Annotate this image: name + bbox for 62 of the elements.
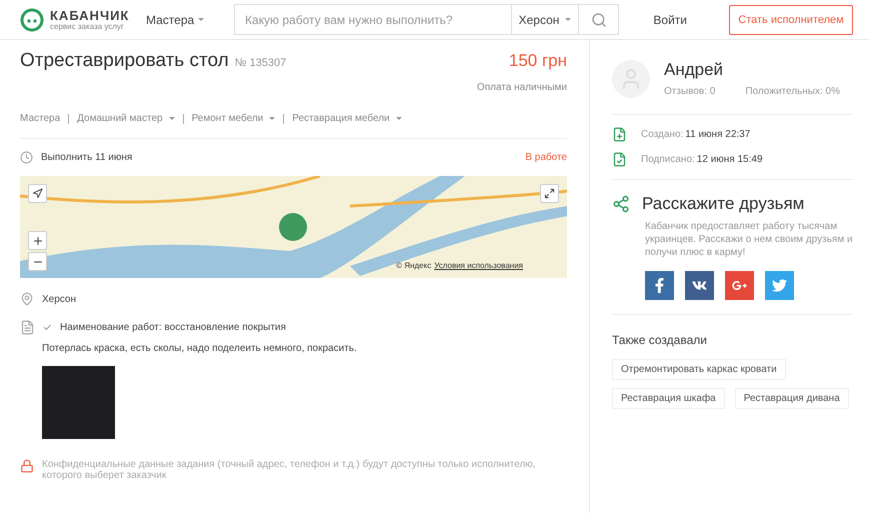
event-date: 11 июня 22:37 bbox=[685, 129, 750, 140]
map-attribution: © Яндекс bbox=[396, 261, 432, 270]
masters-menu[interactable]: Мастера bbox=[146, 12, 234, 26]
clock-icon bbox=[20, 151, 33, 164]
caret-icon bbox=[198, 18, 204, 21]
share-text: Кабанчик предоставляет работу тысячам украинцев. Расскажи о нем своим друзьям и получи плюс в карму! bbox=[645, 220, 853, 259]
task-number: № 135307 bbox=[234, 57, 286, 69]
social-share-button[interactable] bbox=[645, 271, 674, 300]
share-title: Расскажите друзьям bbox=[642, 194, 804, 214]
event-date: 12 июня 15:49 bbox=[696, 154, 763, 165]
avatar-placeholder bbox=[612, 60, 650, 98]
positive-rate: Положительных: 0% bbox=[745, 86, 840, 97]
document-icon bbox=[20, 320, 35, 335]
search-icon bbox=[590, 12, 606, 28]
caret-icon bbox=[565, 18, 572, 21]
related-task-link[interactable]: Реставрация шкафа bbox=[612, 388, 725, 409]
document-icon bbox=[612, 127, 627, 142]
related-task-link[interactable]: Отремонтировать каркас кровати bbox=[612, 359, 786, 380]
search-field[interactable]: Какую работу вам нужно выполнить? Херсон bbox=[234, 4, 619, 35]
map-drawing[interactable]: © Яндекс Условия использования bbox=[20, 176, 567, 278]
document-icon bbox=[612, 152, 627, 167]
customer-name: Андрей bbox=[664, 60, 724, 80]
fullscreen-button[interactable] bbox=[540, 184, 559, 203]
related-title: Также создавали bbox=[612, 333, 708, 347]
privacy-note: Конфиденциальные данные задания (точный адрес, телефон и т.д.) будут доступны только исполнителю, которого выберет заказчик bbox=[42, 459, 537, 481]
location-marker bbox=[279, 213, 307, 241]
event-label: Подписано: bbox=[641, 154, 695, 165]
logo-icon bbox=[20, 8, 44, 32]
lock-icon bbox=[20, 459, 34, 473]
location: Херсон bbox=[42, 294, 76, 304]
location-pin-icon bbox=[20, 292, 34, 306]
task-title: Отреставрировать стол № 135307 bbox=[20, 50, 286, 72]
share-icon bbox=[612, 195, 630, 213]
related-task-link[interactable]: Реставрация дивана bbox=[734, 388, 849, 409]
zoom-in-button[interactable] bbox=[28, 231, 47, 250]
task-description: Потерлась краска, есть сколы, надо поделеить немного, покрасить. bbox=[42, 343, 357, 354]
zoom-out-button[interactable] bbox=[28, 252, 47, 271]
status-label: В работе bbox=[525, 152, 567, 163]
social-share-button[interactable] bbox=[725, 271, 754, 300]
payment-method: Оплата наличными bbox=[476, 82, 567, 93]
breadcrumb-link[interactable]: Домашний мастер bbox=[77, 113, 175, 124]
terms-link[interactable]: Условия использования bbox=[434, 261, 523, 270]
logo-subtitle: сервис заказа услуг bbox=[50, 22, 125, 30]
twitter-logo-icon bbox=[772, 278, 787, 293]
event-label: Создано: bbox=[641, 129, 684, 140]
social-share-button[interactable] bbox=[765, 271, 794, 300]
login-link[interactable]: Войти bbox=[653, 12, 687, 26]
expand-icon bbox=[544, 188, 555, 199]
locate-button[interactable] bbox=[28, 184, 47, 203]
work-name: Наименование работ: восстановление покрытия bbox=[60, 322, 286, 333]
deadline: Выполнить 11 июня bbox=[41, 152, 132, 163]
breadcrumb-link[interactable]: Мастера bbox=[20, 113, 60, 124]
breadcrumb-link[interactable]: Ремонт мебели bbox=[192, 113, 276, 124]
check-icon bbox=[43, 323, 52, 332]
plus-icon bbox=[32, 234, 44, 246]
logo-title: КАБАНЧИК bbox=[50, 8, 130, 22]
price: 150 грн bbox=[508, 51, 567, 71]
social-share-button[interactable] bbox=[685, 271, 714, 300]
arrow-icon bbox=[32, 188, 43, 199]
google-logo-icon bbox=[732, 278, 747, 293]
reviews-count: Отзывов: 0 bbox=[664, 86, 716, 97]
breadcrumb-link[interactable]: Реставрация мебели bbox=[292, 113, 402, 124]
